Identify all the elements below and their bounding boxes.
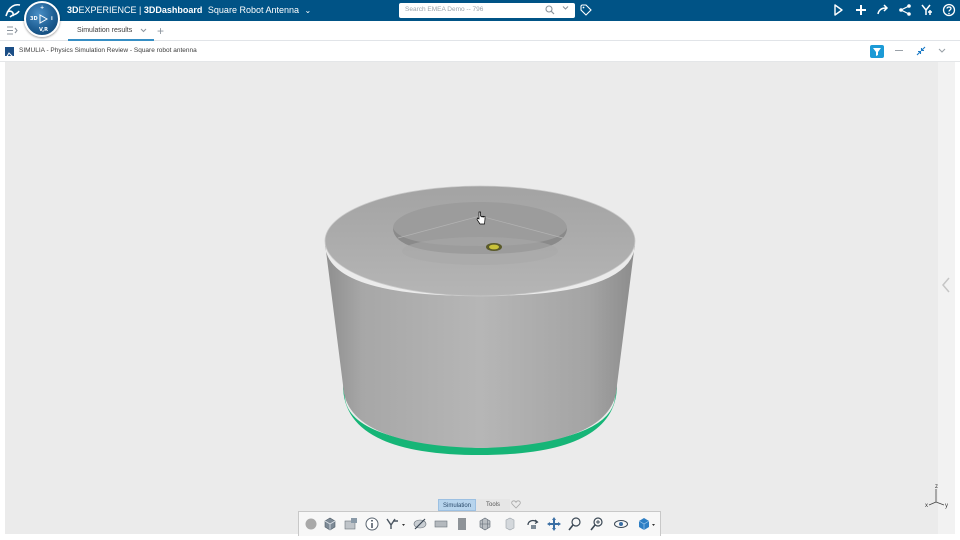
view-cube-icon[interactable] xyxy=(322,516,338,532)
hand-cursor-icon xyxy=(476,211,486,225)
compass-icon[interactable]: 3D V,R i + xyxy=(24,1,60,37)
compass-vr[interactable]: V,R xyxy=(39,27,48,33)
hide-icon[interactable] xyxy=(412,516,428,532)
triad-z: z xyxy=(935,484,938,490)
compass-info[interactable]: i xyxy=(51,16,53,22)
plot-icon[interactable] xyxy=(385,516,407,532)
rotate-icon[interactable] xyxy=(525,516,541,532)
tab-simulation[interactable]: Simulation xyxy=(438,499,476,511)
tab-tools[interactable]: Tools xyxy=(476,499,510,511)
mesh-icon[interactable] xyxy=(477,516,493,532)
play-icon[interactable] xyxy=(38,14,48,24)
section-icon[interactable] xyxy=(454,516,470,532)
record-icon[interactable] xyxy=(303,516,319,532)
heart-icon[interactable] xyxy=(511,500,521,509)
pan-icon[interactable] xyxy=(546,516,562,532)
action-toolbar xyxy=(298,511,661,536)
triad-x: x xyxy=(925,503,928,509)
compass-3d[interactable]: 3D xyxy=(30,16,38,22)
antenna-model[interactable] xyxy=(0,0,960,540)
zoom-box-icon[interactable] xyxy=(567,516,583,532)
plane-icon[interactable] xyxy=(433,516,449,532)
capture-icon[interactable] xyxy=(343,516,359,532)
render-style-icon[interactable] xyxy=(636,516,658,532)
zoom-icon[interactable] xyxy=(589,516,605,532)
triad-y: y xyxy=(945,503,948,509)
info-icon[interactable] xyxy=(364,516,380,532)
look-at-icon[interactable] xyxy=(613,516,629,532)
axis-triad: z x y xyxy=(925,484,948,509)
material-icon[interactable] xyxy=(502,516,518,532)
compass-social[interactable]: + xyxy=(40,5,44,11)
